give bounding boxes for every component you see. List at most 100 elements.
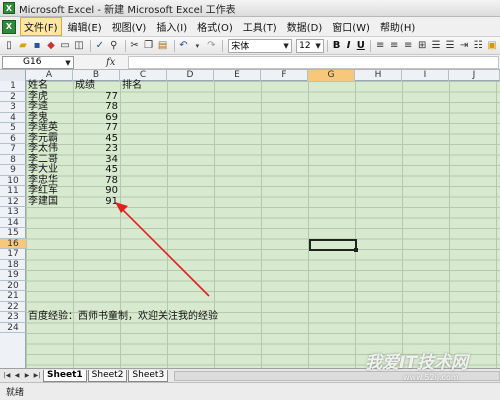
font-name-select[interactable]: 宋体 ▼ xyxy=(228,38,293,53)
chevron-down-icon[interactable]: ▼ xyxy=(314,41,322,51)
toolbar-options-icon[interactable]: ▣ xyxy=(486,39,498,53)
tab-sheet1[interactable]: Sheet1 xyxy=(43,369,87,382)
distributed-icon[interactable]: ☰ xyxy=(444,39,456,53)
underline-button[interactable]: U xyxy=(355,39,366,53)
row-header[interactable]: 6 xyxy=(0,134,26,144)
row-header[interactable]: 17 xyxy=(0,249,26,260)
row-headers: 1 2 3 4 5 6 7 8 9 10 11 12 13 14 15 16 17 18 19 20 21 22 23 24 xyxy=(0,81,26,368)
italic-button[interactable]: I xyxy=(343,39,354,53)
tab-sheet3[interactable]: Sheet3 xyxy=(128,369,169,382)
workbook-icon[interactable]: X xyxy=(2,19,16,34)
paste-icon[interactable]: ▤ xyxy=(157,39,169,53)
row-header[interactable]: 7 xyxy=(0,144,26,155)
menu-insert[interactable]: 插入(I) xyxy=(152,17,191,36)
menu-data[interactable]: 数据(D) xyxy=(283,17,327,36)
toolbar-separator xyxy=(370,39,372,52)
align-left-icon[interactable]: ≡ xyxy=(374,39,386,53)
open-icon[interactable]: ▰ xyxy=(17,39,29,53)
row-header[interactable]: 23 xyxy=(0,312,26,323)
menu-format[interactable]: 格式(O) xyxy=(193,17,237,36)
copy-icon[interactable]: ❐ xyxy=(143,39,155,53)
row-header[interactable]: 20 xyxy=(0,281,26,291)
spelling-icon[interactable]: ✓ xyxy=(94,39,106,53)
column-header-h[interactable]: H xyxy=(355,70,402,81)
column-header-d[interactable]: D xyxy=(167,70,214,81)
name-box[interactable]: G16 ▼ xyxy=(2,55,74,69)
row-header[interactable]: 22 xyxy=(0,302,26,312)
cut-icon[interactable]: ✂ xyxy=(129,39,141,53)
toolbar-separator xyxy=(222,39,224,52)
first-sheet-icon[interactable]: |◀ xyxy=(2,371,12,381)
status-text: 就绪 xyxy=(6,388,25,398)
select-all-corner[interactable] xyxy=(0,70,26,81)
row-header[interactable]: 2 xyxy=(0,92,26,102)
redo-icon[interactable]: ↷ xyxy=(205,39,217,53)
print-icon[interactable]: ▭ xyxy=(59,39,71,53)
row-header[interactable]: 12 xyxy=(0,197,26,207)
standard-toolbar: ▯ ▰ ▪ ◆ ▭ ◫ ✓ ⚲ ✂ ❐ ▤ ↶ ▾ ↷ 宋体 ▼ 12 ▼ B … xyxy=(0,37,500,55)
list-icon[interactable]: ☷ xyxy=(472,39,484,53)
row-header[interactable]: 18 xyxy=(0,260,26,270)
arrow-head xyxy=(115,202,128,213)
name-box-value: G16 xyxy=(23,57,42,67)
column-header-j[interactable]: J xyxy=(449,70,500,81)
align-center-icon[interactable]: ≡ xyxy=(388,39,400,53)
watermark-text: 我爱IT技术网 xyxy=(365,353,468,373)
chevron-down-icon[interactable]: ▼ xyxy=(64,58,72,68)
save-icon[interactable]: ▪ xyxy=(31,39,43,53)
menu-help[interactable]: 帮助(H) xyxy=(376,17,419,36)
column-header-i[interactable]: I xyxy=(402,70,449,81)
menu-file[interactable]: 文件(F) xyxy=(20,17,62,36)
row-header[interactable]: 10 xyxy=(0,176,26,186)
prev-sheet-icon[interactable]: ◀ xyxy=(12,371,22,381)
row-header[interactable]: 24 xyxy=(0,323,26,333)
column-header-e[interactable]: E xyxy=(214,70,261,81)
column-header-g[interactable]: G xyxy=(308,70,355,81)
row-header[interactable]: 9 xyxy=(0,165,26,176)
watermark-url: www.52ij.com xyxy=(403,373,459,382)
next-sheet-icon[interactable]: ▶ xyxy=(22,371,32,381)
row-header[interactable]: 13 xyxy=(0,207,26,218)
research-icon[interactable]: ⚲ xyxy=(108,39,120,53)
excel-app-icon: X xyxy=(3,2,15,14)
annotation-arrow xyxy=(115,202,210,297)
row-header[interactable]: 5 xyxy=(0,123,26,134)
row-header[interactable]: 15 xyxy=(0,228,26,239)
chevron-down-icon[interactable]: ▼ xyxy=(282,41,290,51)
new-icon[interactable]: ▯ xyxy=(3,39,15,53)
row-header[interactable]: 4 xyxy=(0,113,26,123)
menu-bar: X 文件(F) 编辑(E) 视图(V) 插入(I) 格式(O) 工具(T) 数据… xyxy=(0,17,500,37)
row-header[interactable]: 11 xyxy=(0,186,26,197)
undo-dropdown-icon[interactable]: ▾ xyxy=(191,39,203,53)
menu-edit[interactable]: 编辑(E) xyxy=(64,17,106,36)
menu-tools[interactable]: 工具(T) xyxy=(239,17,281,36)
toolbar-separator xyxy=(124,39,126,52)
row-header[interactable]: 8 xyxy=(0,155,26,165)
spreadsheet-grid: A B C D E F G H I J 1 2 3 4 5 6 7 8 9 10 11 12 13 14 1… xyxy=(0,70,500,368)
font-size-value: 12 xyxy=(299,40,311,51)
menu-window[interactable]: 窗口(W) xyxy=(328,17,374,36)
fx-icon[interactable]: fx xyxy=(106,57,115,68)
print-preview-icon[interactable]: ◫ xyxy=(73,39,85,53)
menu-view[interactable]: 视图(V) xyxy=(108,17,151,36)
formula-input[interactable] xyxy=(128,56,499,69)
site-watermark: 我爱IT技术网 www.52ij.com xyxy=(365,348,490,388)
bold-button[interactable]: B xyxy=(331,39,342,53)
tab-sheet2[interactable]: Sheet2 xyxy=(87,369,128,382)
indent-icon[interactable]: ⇥ xyxy=(458,39,470,53)
justify-icon[interactable]: ☰ xyxy=(430,39,442,53)
row-header[interactable]: 19 xyxy=(0,270,26,281)
cell-area[interactable]: 姓名 成绩 排名 李虎 77 李逵 78 李鬼 69 李莲英 77 李元霸 45… xyxy=(26,80,500,368)
permission-icon[interactable]: ◆ xyxy=(45,39,57,53)
merge-center-icon[interactable]: ⊞ xyxy=(416,39,428,53)
align-right-icon[interactable]: ≡ xyxy=(402,39,414,53)
row-header[interactable]: 16 xyxy=(0,238,26,249)
row-header[interactable]: 1 xyxy=(0,81,26,92)
column-header-f[interactable]: F xyxy=(261,70,308,81)
last-sheet-icon[interactable]: ▶| xyxy=(32,371,42,381)
row-header[interactable]: 14 xyxy=(0,218,26,228)
row-header[interactable]: 21 xyxy=(0,291,26,302)
row-header[interactable]: 3 xyxy=(0,102,26,113)
font-size-select[interactable]: 12 ▼ xyxy=(296,38,325,53)
undo-icon[interactable]: ↶ xyxy=(177,39,189,53)
